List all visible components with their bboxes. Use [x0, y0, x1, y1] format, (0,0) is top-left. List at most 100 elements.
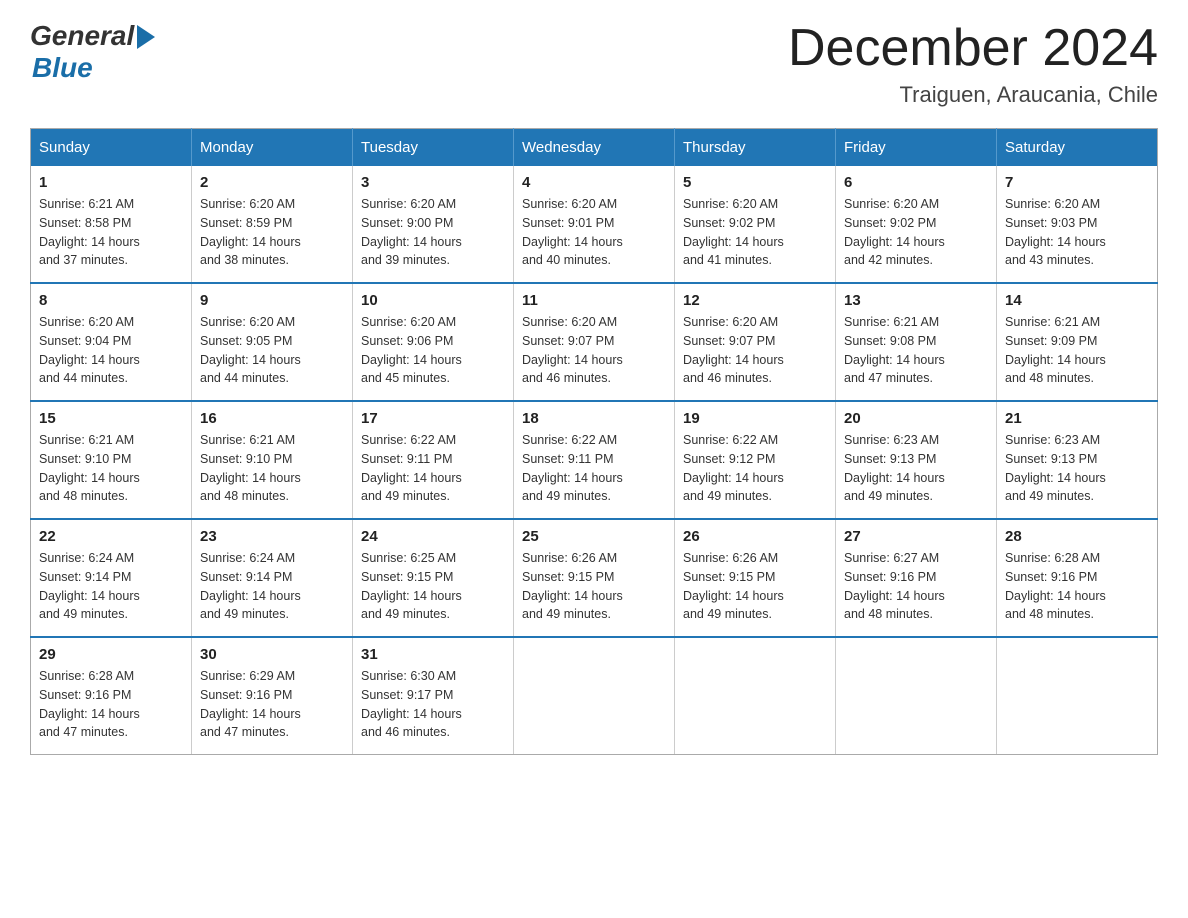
day-info: Sunrise: 6:22 AMSunset: 9:11 PMDaylight:… [361, 431, 505, 506]
week-row-1: 1 Sunrise: 6:21 AMSunset: 8:58 PMDaylight… [31, 166, 1158, 283]
logo-triangle-icon [137, 25, 155, 49]
day-number: 17 [361, 410, 505, 427]
logo: General Blue [30, 20, 155, 84]
calendar-cell: 3 Sunrise: 6:20 AMSunset: 9:00 PMDaylight… [353, 166, 514, 283]
weekday-header-monday: Monday [192, 129, 353, 167]
calendar-cell: 29 Sunrise: 6:28 AMSunset: 9:16 PMDayligh… [31, 637, 192, 755]
day-info: Sunrise: 6:21 AMSunset: 9:08 PMDaylight:… [844, 313, 988, 388]
day-number: 8 [39, 292, 183, 309]
weekday-header-thursday: Thursday [675, 129, 836, 167]
day-info: Sunrise: 6:20 AMSunset: 9:06 PMDaylight:… [361, 313, 505, 388]
day-number: 22 [39, 528, 183, 545]
calendar-cell: 25Sunrise: 6:26 AMSunset: 9:15 PMDayligh… [514, 519, 675, 637]
calendar-cell: 11Sunrise: 6:20 AMSunset: 9:07 PMDayligh… [514, 283, 675, 401]
day-number: 11 [522, 292, 666, 309]
calendar-cell: 1 Sunrise: 6:21 AMSunset: 8:58 PMDaylight… [31, 166, 192, 283]
calendar-cell: 31 Sunrise: 6:30 AMSunset: 9:17 PMDayligh… [353, 637, 514, 755]
weekday-header-tuesday: Tuesday [353, 129, 514, 167]
calendar-cell: 23Sunrise: 6:24 AMSunset: 9:14 PMDayligh… [192, 519, 353, 637]
day-info: Sunrise: 6:20 AMSunset: 9:02 PMDaylight:… [844, 195, 988, 270]
calendar-cell: 20 Sunrise: 6:23 AMSunset: 9:13 PMDayligh… [836, 401, 997, 519]
logo-blue-text: Blue [32, 52, 93, 84]
day-number: 9 [200, 292, 344, 309]
logo-general-text: General [30, 20, 134, 52]
month-title: December 2024 [788, 20, 1158, 77]
calendar-cell: 18 Sunrise: 6:22 AMSunset: 9:11 PMDayligh… [514, 401, 675, 519]
day-number: 26 [683, 528, 827, 545]
day-info: Sunrise: 6:20 AMSunset: 9:01 PMDaylight:… [522, 195, 666, 270]
calendar-cell: 5 Sunrise: 6:20 AMSunset: 9:02 PMDaylight… [675, 166, 836, 283]
day-number: 20 [844, 410, 988, 427]
day-info: Sunrise: 6:21 AMSunset: 9:10 PMDaylight:… [200, 431, 344, 506]
day-number: 7 [1005, 174, 1149, 191]
calendar-cell [836, 637, 997, 755]
week-row-4: 22 Sunrise: 6:24 AMSunset: 9:14 PMDayligh… [31, 519, 1158, 637]
calendar-cell: 2Sunrise: 6:20 AMSunset: 8:59 PMDaylight… [192, 166, 353, 283]
weekday-header-sunday: Sunday [31, 129, 192, 167]
weekday-header-saturday: Saturday [997, 129, 1158, 167]
calendar-cell: 12Sunrise: 6:20 AMSunset: 9:07 PMDayligh… [675, 283, 836, 401]
day-number: 2 [200, 174, 344, 191]
day-info: Sunrise: 6:20 AMSunset: 9:02 PMDaylight:… [683, 195, 827, 270]
day-info: Sunrise: 6:20 AMSunset: 9:07 PMDaylight:… [683, 313, 827, 388]
title-block: December 2024 Traiguen, Araucania, Chile [788, 20, 1158, 108]
page-header: General Blue December 2024 Traiguen, Ara… [30, 20, 1158, 108]
day-info: Sunrise: 6:22 AMSunset: 9:12 PMDaylight:… [683, 431, 827, 506]
day-number: 23 [200, 528, 344, 545]
calendar-cell: 30 Sunrise: 6:29 AMSunset: 9:16 PMDayligh… [192, 637, 353, 755]
day-number: 29 [39, 646, 183, 663]
day-number: 31 [361, 646, 505, 663]
day-info: Sunrise: 6:21 AMSunset: 8:58 PMDaylight:… [39, 195, 183, 270]
day-info: Sunrise: 6:20 AMSunset: 9:00 PMDaylight:… [361, 195, 505, 270]
day-number: 19 [683, 410, 827, 427]
day-number: 30 [200, 646, 344, 663]
day-number: 10 [361, 292, 505, 309]
calendar-cell: 21Sunrise: 6:23 AMSunset: 9:13 PMDayligh… [997, 401, 1158, 519]
calendar-cell: 17 Sunrise: 6:22 AMSunset: 9:11 PMDayligh… [353, 401, 514, 519]
calendar-cell: 28Sunrise: 6:28 AMSunset: 9:16 PMDayligh… [997, 519, 1158, 637]
calendar-cell: 16 Sunrise: 6:21 AMSunset: 9:10 PMDayligh… [192, 401, 353, 519]
calendar-cell: 27Sunrise: 6:27 AMSunset: 9:16 PMDayligh… [836, 519, 997, 637]
day-number: 14 [1005, 292, 1149, 309]
day-number: 15 [39, 410, 183, 427]
calendar-cell [514, 637, 675, 755]
day-info: Sunrise: 6:29 AMSunset: 9:16 PMDaylight:… [200, 667, 344, 742]
calendar-cell [675, 637, 836, 755]
calendar-cell: 15 Sunrise: 6:21 AMSunset: 9:10 PMDayligh… [31, 401, 192, 519]
weekday-header-row: SundayMondayTuesdayWednesdayThursdayFrid… [31, 129, 1158, 167]
day-info: Sunrise: 6:28 AMSunset: 9:16 PMDaylight:… [39, 667, 183, 742]
day-info: Sunrise: 6:24 AMSunset: 9:14 PMDaylight:… [39, 549, 183, 624]
day-info: Sunrise: 6:23 AMSunset: 9:13 PMDaylight:… [1005, 431, 1149, 506]
day-number: 3 [361, 174, 505, 191]
day-number: 24 [361, 528, 505, 545]
day-info: Sunrise: 6:30 AMSunset: 9:17 PMDaylight:… [361, 667, 505, 742]
day-info: Sunrise: 6:23 AMSunset: 9:13 PMDaylight:… [844, 431, 988, 506]
day-number: 1 [39, 174, 183, 191]
calendar-cell: 10 Sunrise: 6:20 AMSunset: 9:06 PMDayligh… [353, 283, 514, 401]
day-number: 4 [522, 174, 666, 191]
calendar-cell: 22 Sunrise: 6:24 AMSunset: 9:14 PMDayligh… [31, 519, 192, 637]
day-info: Sunrise: 6:20 AMSunset: 9:05 PMDaylight:… [200, 313, 344, 388]
day-info: Sunrise: 6:21 AMSunset: 9:09 PMDaylight:… [1005, 313, 1149, 388]
day-info: Sunrise: 6:28 AMSunset: 9:16 PMDaylight:… [1005, 549, 1149, 624]
day-info: Sunrise: 6:21 AMSunset: 9:10 PMDaylight:… [39, 431, 183, 506]
day-number: 18 [522, 410, 666, 427]
day-number: 5 [683, 174, 827, 191]
calendar-cell: 14 Sunrise: 6:21 AMSunset: 9:09 PMDayligh… [997, 283, 1158, 401]
calendar-cell [997, 637, 1158, 755]
day-number: 6 [844, 174, 988, 191]
weekday-header-wednesday: Wednesday [514, 129, 675, 167]
calendar-cell: 24 Sunrise: 6:25 AMSunset: 9:15 PMDayligh… [353, 519, 514, 637]
day-info: Sunrise: 6:25 AMSunset: 9:15 PMDaylight:… [361, 549, 505, 624]
location-title: Traiguen, Araucania, Chile [788, 82, 1158, 108]
calendar-cell: 13Sunrise: 6:21 AMSunset: 9:08 PMDayligh… [836, 283, 997, 401]
week-row-2: 8 Sunrise: 6:20 AMSunset: 9:04 PMDaylight… [31, 283, 1158, 401]
day-info: Sunrise: 6:20 AMSunset: 9:04 PMDaylight:… [39, 313, 183, 388]
day-info: Sunrise: 6:22 AMSunset: 9:11 PMDaylight:… [522, 431, 666, 506]
day-info: Sunrise: 6:26 AMSunset: 9:15 PMDaylight:… [522, 549, 666, 624]
day-info: Sunrise: 6:20 AMSunset: 9:03 PMDaylight:… [1005, 195, 1149, 270]
day-info: Sunrise: 6:26 AMSunset: 9:15 PMDaylight:… [683, 549, 827, 624]
calendar-cell: 9 Sunrise: 6:20 AMSunset: 9:05 PMDaylight… [192, 283, 353, 401]
day-number: 16 [200, 410, 344, 427]
calendar-cell: 7 Sunrise: 6:20 AMSunset: 9:03 PMDaylight… [997, 166, 1158, 283]
